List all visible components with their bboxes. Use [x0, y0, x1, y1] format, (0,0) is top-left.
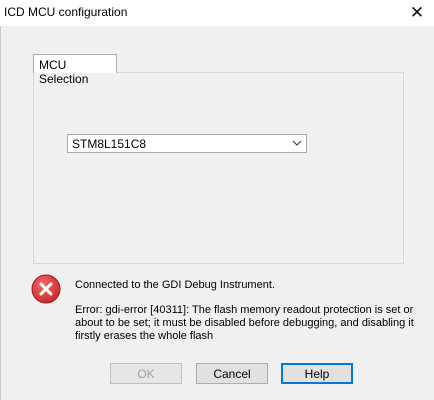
- close-icon: ✕: [409, 3, 425, 22]
- mcu-select[interactable]: STM8L151C8: [67, 134, 307, 153]
- chevron-down-icon: [292, 140, 302, 146]
- mcu-select-value: STM8L151C8: [72, 137, 147, 151]
- close-button[interactable]: ✕: [400, 0, 434, 26]
- tab-mcu-selection[interactable]: MCU Selection: [33, 54, 117, 86]
- error-icon: [31, 274, 61, 304]
- tab-panel: [33, 72, 404, 264]
- cancel-button[interactable]: Cancel: [196, 363, 268, 384]
- ok-button[interactable]: OK: [110, 363, 182, 384]
- status-message: Connected to the GDI Debug Instrument.: [75, 279, 275, 291]
- title-bar: ICD MCU configuration ✕: [0, 0, 434, 26]
- error-message: Error: gdi-error [40311]: The flash memo…: [75, 304, 414, 342]
- window-title: ICD MCU configuration: [4, 5, 128, 19]
- window-left-border: [0, 26, 1, 400]
- help-button[interactable]: Help: [281, 363, 353, 384]
